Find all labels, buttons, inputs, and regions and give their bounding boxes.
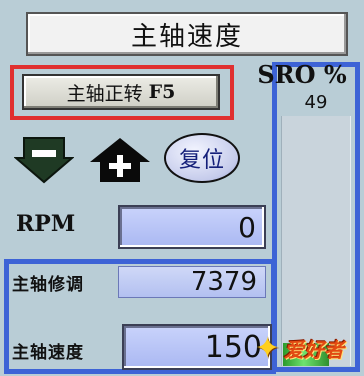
window-title: 主轴速度 bbox=[26, 12, 348, 56]
reset-button[interactable]: 复位 bbox=[164, 133, 240, 183]
reset-label: 复位 bbox=[178, 148, 225, 173]
spindle-override-readout: 7379 bbox=[118, 266, 266, 298]
spindle-override-label: 主轴修调 bbox=[12, 275, 84, 295]
rpm-label: RPM bbox=[16, 211, 76, 237]
spindle-forward-button[interactable]: 主轴正转 F5 bbox=[22, 74, 220, 110]
minus-down-arrow-icon bbox=[13, 137, 75, 184]
watermark-logo: ✦ 爱好者 bbox=[224, 326, 344, 370]
increase-speed-button[interactable] bbox=[88, 136, 152, 184]
spindle-forward-label: 主轴正转 bbox=[66, 82, 143, 105]
rpm-readout: 0 bbox=[118, 205, 266, 249]
spindle-speed-label: 主轴速度 bbox=[12, 343, 84, 363]
decrease-speed-button[interactable] bbox=[13, 136, 75, 184]
spindle-forward-hotkey: F5 bbox=[148, 81, 176, 103]
sro-value: 49 bbox=[304, 92, 328, 113]
watermark-text: 爱好者 bbox=[284, 337, 344, 362]
watermark-emblem-icon: ✦ bbox=[254, 330, 280, 366]
sro-label: SRO % bbox=[257, 60, 347, 89]
plus-up-arrow-icon bbox=[90, 138, 150, 182]
